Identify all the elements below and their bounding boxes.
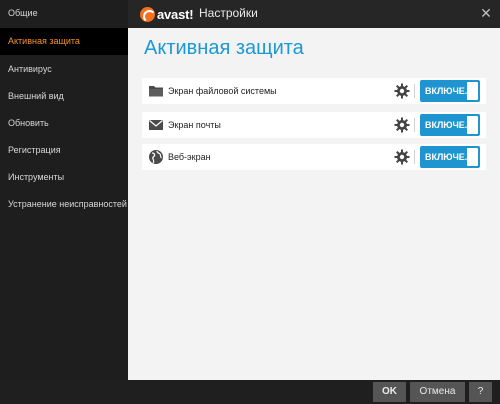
divider bbox=[414, 150, 415, 164]
close-icon[interactable]: ✕ bbox=[478, 5, 494, 21]
help-button[interactable]: ? bbox=[469, 382, 492, 402]
gear-icon[interactable] bbox=[394, 83, 410, 99]
avast-logo-icon bbox=[140, 6, 156, 23]
toggle-state: ВКЛЮЧЕ... bbox=[425, 120, 473, 130]
shield-label: Экран почты bbox=[168, 120, 221, 130]
gear-icon[interactable] bbox=[394, 117, 410, 133]
shield-label: Экран файловой системы bbox=[168, 86, 277, 96]
cancel-button[interactable]: Отмена bbox=[410, 382, 465, 402]
sidebar-item-troubleshooting[interactable]: Устранение неисправностей bbox=[0, 191, 128, 218]
main-panel: Активная защита Экран файловой системы В… bbox=[128, 28, 500, 380]
divider bbox=[414, 118, 415, 132]
globe-icon bbox=[149, 150, 163, 164]
shield-label: Веб-экран bbox=[168, 152, 211, 162]
toggle-state: ВКЛЮЧЕ... bbox=[425, 152, 473, 162]
sidebar-item-active-protection[interactable]: Активная защита bbox=[0, 28, 128, 55]
page-title: Активная защита bbox=[144, 37, 304, 59]
sidebar-item-tools[interactable]: Инструменты bbox=[0, 164, 128, 191]
folder-icon bbox=[149, 86, 163, 97]
shield-row-web: Веб-экран ВКЛЮЧЕ... bbox=[142, 144, 486, 170]
footer-bar: OK Отмена ? bbox=[0, 380, 500, 404]
window-title: Настройки bbox=[199, 6, 258, 20]
sidebar-item-general[interactable]: Общие bbox=[0, 0, 128, 27]
title-bar: avast! Настройки ✕ bbox=[128, 0, 500, 28]
brand-name: avast! bbox=[157, 6, 194, 22]
ok-button[interactable]: OK bbox=[373, 382, 406, 402]
toggle-knob bbox=[467, 148, 478, 166]
web-shield-toggle[interactable]: ВКЛЮЧЕ... bbox=[420, 146, 480, 168]
avast-logo: avast! bbox=[140, 4, 194, 24]
sidebar-item-update[interactable]: Обновить bbox=[0, 110, 128, 137]
shield-row-mail: Экран почты ВКЛЮЧЕ... bbox=[142, 112, 486, 138]
settings-window: Общие Активная защита Антивирус Внешний … bbox=[0, 0, 500, 404]
sidebar-item-antivirus[interactable]: Антивирус bbox=[0, 56, 128, 83]
sidebar-item-appearance[interactable]: Внешний вид bbox=[0, 83, 128, 110]
sidebar-item-registration[interactable]: Регистрация bbox=[0, 137, 128, 164]
toggle-knob bbox=[467, 116, 478, 134]
divider bbox=[414, 84, 415, 98]
shield-row-file-system: Экран файловой системы ВКЛЮЧЕ... bbox=[142, 78, 486, 104]
mail-shield-toggle[interactable]: ВКЛЮЧЕ... bbox=[420, 114, 480, 136]
mail-icon bbox=[149, 120, 163, 130]
toggle-knob bbox=[467, 82, 478, 100]
sidebar: Общие Активная защита Антивирус Внешний … bbox=[0, 0, 128, 380]
file-system-shield-toggle[interactable]: ВКЛЮЧЕ... bbox=[420, 80, 480, 102]
toggle-state: ВКЛЮЧЕ... bbox=[425, 86, 473, 96]
gear-icon[interactable] bbox=[394, 149, 410, 165]
